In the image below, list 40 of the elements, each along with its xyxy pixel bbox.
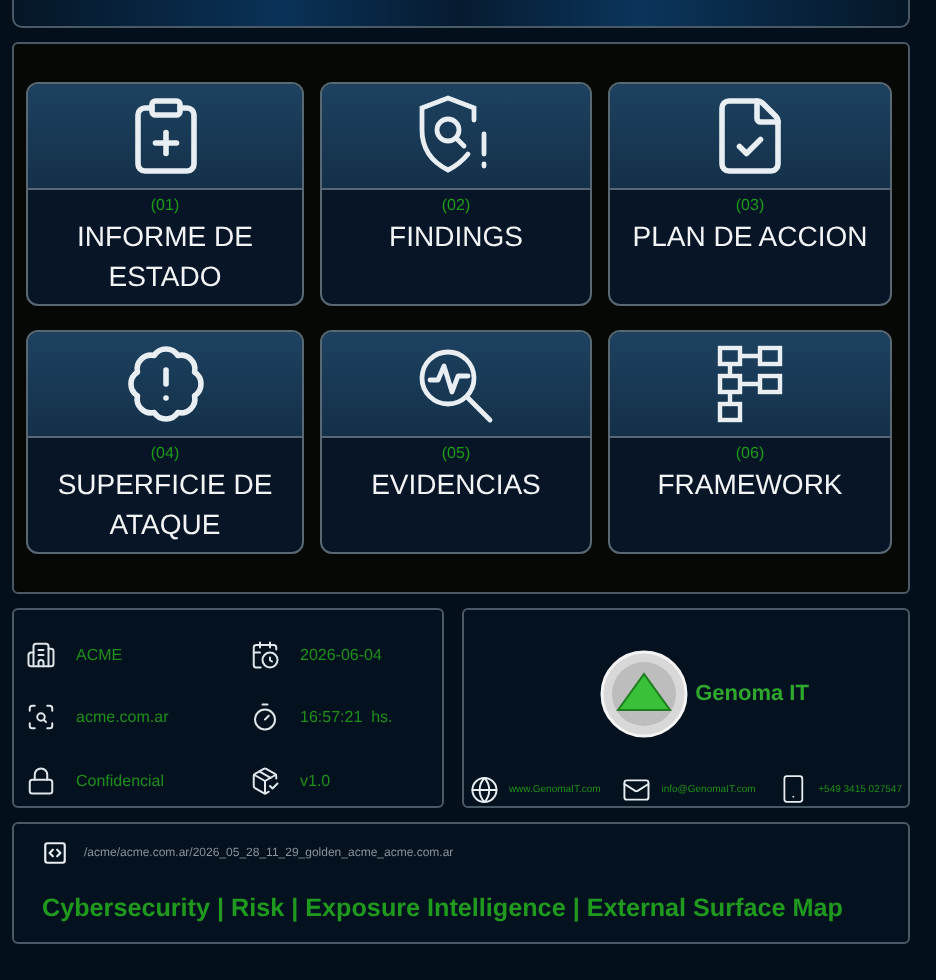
globe-icon — [470, 773, 499, 805]
module-card[interactable]: (03) PLAN DE ACCION — [608, 82, 892, 306]
module-title: SUPERFICIE DE ATAQUE — [55, 466, 275, 544]
module-number: (06) — [735, 444, 765, 462]
module-card[interactable]: (06) FRAMEWORK — [608, 330, 892, 554]
module-card[interactable]: (05) EVIDENCIAS — [320, 330, 592, 554]
package-icon — [250, 765, 280, 795]
module-card[interactable]: (02) FINDINGS — [320, 82, 592, 306]
company-name: Genoma IT — [695, 682, 809, 706]
module-title: FRAMEWORK — [657, 466, 843, 504]
code-icon — [42, 840, 68, 866]
building-icon — [26, 639, 56, 669]
module-number: (04) — [150, 444, 180, 462]
clock-icon — [250, 702, 280, 732]
detail-value: ACME — [76, 645, 123, 663]
detail-value: 2026-06-04 — [300, 645, 382, 663]
module-title: INFORME DE ESTADO — [75, 218, 255, 296]
module-card[interactable]: (01) INFORME DE ESTADO — [26, 82, 304, 306]
mail-icon — [622, 773, 652, 805]
module-title: EVIDENCIAS — [371, 466, 541, 504]
logo-icon — [599, 650, 688, 738]
scan-search-icon — [26, 702, 56, 732]
detail-value: acme.com.ar — [76, 708, 169, 726]
module-card[interactable]: (04) SUPERFICIE DE ATAQUE — [26, 330, 304, 554]
detail-value: Confidencial — [76, 771, 165, 789]
detail-value: 16:57:21 hs. — [300, 708, 393, 726]
alert-badge-icon — [123, 342, 207, 426]
lock-icon — [26, 765, 56, 795]
phone-icon — [777, 772, 809, 806]
module-number: (03) — [735, 196, 765, 214]
flowchart-icon — [716, 344, 784, 424]
module-number: (02) — [441, 196, 471, 214]
module-title: FINDINGS — [389, 218, 523, 256]
module-number: (05) — [441, 444, 471, 462]
search-pulse-icon — [414, 344, 498, 424]
module-title: PLAN DE ACCION — [632, 218, 868, 256]
tagline: Cybersecurity | Risk | Exposure Intelligence | External Surface Map — [42, 894, 845, 922]
detail-value: v1.0 — [300, 771, 331, 789]
calendar-clock-icon — [250, 639, 280, 669]
module-number: (01) — [150, 196, 180, 214]
